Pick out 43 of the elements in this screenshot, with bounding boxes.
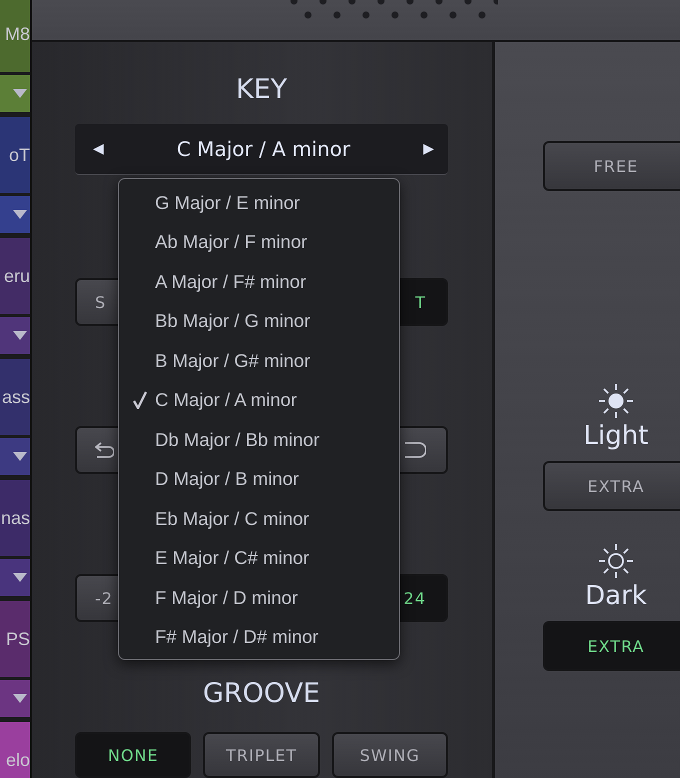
menu-item[interactable]: Ab Major / F minor [119, 222, 399, 262]
track-name[interactable]: eru [0, 238, 30, 314]
menu-item[interactable]: G Major / E minor [119, 183, 399, 222]
triangle-down-icon [13, 694, 27, 703]
key-selector[interactable]: ◀ C Major / A minor ▶ [75, 124, 448, 175]
undo-icon [95, 442, 114, 458]
triangle-down-icon [13, 573, 27, 582]
section-title: GROOVE [202, 678, 322, 711]
track-name[interactable]: oT [0, 117, 30, 193]
theme-label: Dark [584, 581, 648, 611]
triangle-down-icon [13, 89, 27, 98]
menu-item[interactable]: A Major / F# minor [119, 262, 399, 302]
theme-label: Light [582, 421, 650, 451]
key-value: C Major / A minor [176, 137, 350, 161]
mode-button[interactable]: FREE [543, 141, 680, 191]
sun-icon [596, 381, 636, 421]
triangle-down-icon [13, 452, 27, 461]
groove-button[interactable]: NONE [75, 732, 192, 778]
menu-item[interactable]: Db Major / Bb minor [119, 420, 399, 460]
triangle-down-icon [13, 210, 27, 219]
menu-item[interactable]: F Major / D minor [119, 578, 399, 618]
track-name[interactable]: M8 [0, 0, 30, 72]
menu-item[interactable]: C Major / A minor [119, 380, 399, 420]
groove-button[interactable]: SWING [332, 732, 448, 778]
section-title: KEY [234, 74, 288, 107]
menu-item[interactable]: Bb Major / G minor [119, 302, 399, 341]
next-key-button[interactable]: ▶ [423, 141, 434, 157]
previous-key-button[interactable]: ◀ [93, 141, 104, 157]
track-name[interactable]: elo [0, 722, 30, 778]
track-name[interactable]: PS [0, 601, 30, 677]
menu-item[interactable]: Eb Major / C minor [119, 499, 399, 538]
triangle-down-icon [13, 331, 27, 340]
track-name[interactable]: nas [0, 480, 30, 556]
menu-item[interactable]: B Major / G# minor [119, 341, 399, 380]
menu-item[interactable]: E Major / C# minor [119, 538, 399, 578]
groove-button[interactable]: TRIPLET [203, 732, 320, 778]
extra-button[interactable]: EXTRA [543, 621, 680, 671]
extra-button[interactable]: EXTRA [543, 461, 680, 511]
menu-item[interactable]: D Major / B minor [119, 460, 399, 499]
menu-item[interactable]: F# Major / D# minor [119, 618, 399, 657]
track-name[interactable]: ass [0, 359, 30, 435]
sun-outline-icon [596, 541, 636, 581]
loop-icon [404, 442, 426, 458]
